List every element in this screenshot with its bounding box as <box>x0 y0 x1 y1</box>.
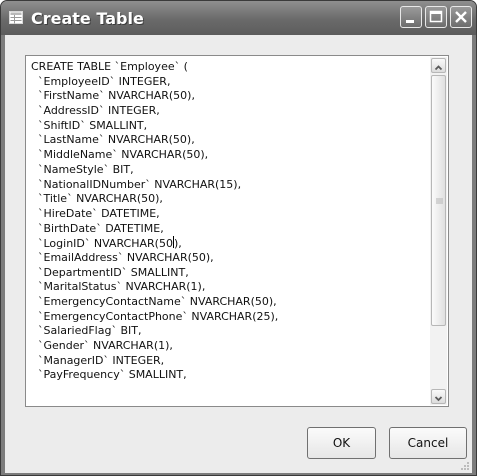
code-line: `PayFrequency` SMALLINT, <box>31 368 187 382</box>
window-title: Create Table <box>31 9 144 28</box>
cancel-button[interactable]: Cancel <box>389 427 467 459</box>
minimize-button[interactable] <box>400 6 422 28</box>
maximize-button[interactable] <box>425 6 447 28</box>
chevron-up-icon <box>434 65 443 71</box>
table-window-icon <box>9 11 23 24</box>
title-bar[interactable]: Create Table <box>1 1 476 35</box>
code-line: `HireDate` DATETIME, <box>31 206 160 220</box>
code-line: `EmployeeID` INTEGER, <box>31 74 171 88</box>
code-line: `NameStyle` BIT, <box>31 162 134 176</box>
text-caret <box>172 236 174 249</box>
scroll-thumb[interactable] <box>431 75 446 326</box>
code-line: `NationalIDNumber` NVARCHAR(15), <box>31 177 242 191</box>
code-line: `EmailAddress` NVARCHAR(50), <box>31 250 214 264</box>
dialog-body: CREATE TABLE `Employee` ( `EmployeeID` I… <box>5 35 472 473</box>
code-line: `AddressID` INTEGER, <box>31 104 160 118</box>
code-line: `LastName` NVARCHAR(50), <box>31 133 195 147</box>
sql-text[interactable]: CREATE TABLE `Employee` ( `EmployeeID` I… <box>31 60 421 404</box>
code-line: `MaritalStatus` NVARCHAR(1), <box>31 280 206 294</box>
create-table-window: Create Table CREATE TABLE `Employee` ( `… <box>0 0 477 476</box>
code-line: `SalariedFlag` BIT, <box>31 324 142 338</box>
code-line: `BirthDate` DATETIME, <box>31 221 164 235</box>
code-line: `FirstName` NVARCHAR(50), <box>31 89 195 103</box>
code-line: `Gender` NVARCHAR(1), <box>31 339 173 353</box>
grip-icon <box>436 198 443 204</box>
maximize-icon <box>429 10 443 23</box>
sql-editor[interactable]: CREATE TABLE `Employee` ( `EmployeeID` I… <box>25 55 449 407</box>
code-line: `ShiftID` SMALLINT, <box>31 118 148 132</box>
chevron-down-icon <box>434 396 443 402</box>
vertical-scrollbar[interactable] <box>430 57 447 405</box>
code-line: `MiddleName` NVARCHAR(50), <box>31 148 209 162</box>
scroll-down-button[interactable] <box>431 389 446 404</box>
code-line: `EmergencyContactPhone` NVARCHAR(25), <box>31 309 279 323</box>
code-line: `DepartmentID` SMALLINT, <box>31 265 189 279</box>
scroll-up-button[interactable] <box>431 58 446 73</box>
close-icon <box>455 11 467 23</box>
code-line: `EmergencyContactName` NVARCHAR(50), <box>31 295 277 308</box>
code-line: `LoginID` NVARCHAR(50), <box>31 236 182 251</box>
close-button[interactable] <box>450 6 472 28</box>
code-line: `ManagerID` INTEGER, <box>31 353 165 367</box>
minimize-icon <box>406 20 414 23</box>
ok-button[interactable]: OK <box>307 427 376 459</box>
code-line: `Title` NVARCHAR(50), <box>31 192 163 206</box>
resize-grip-icon[interactable] <box>460 461 470 471</box>
code-line: CREATE TABLE `Employee` ( <box>31 60 188 73</box>
